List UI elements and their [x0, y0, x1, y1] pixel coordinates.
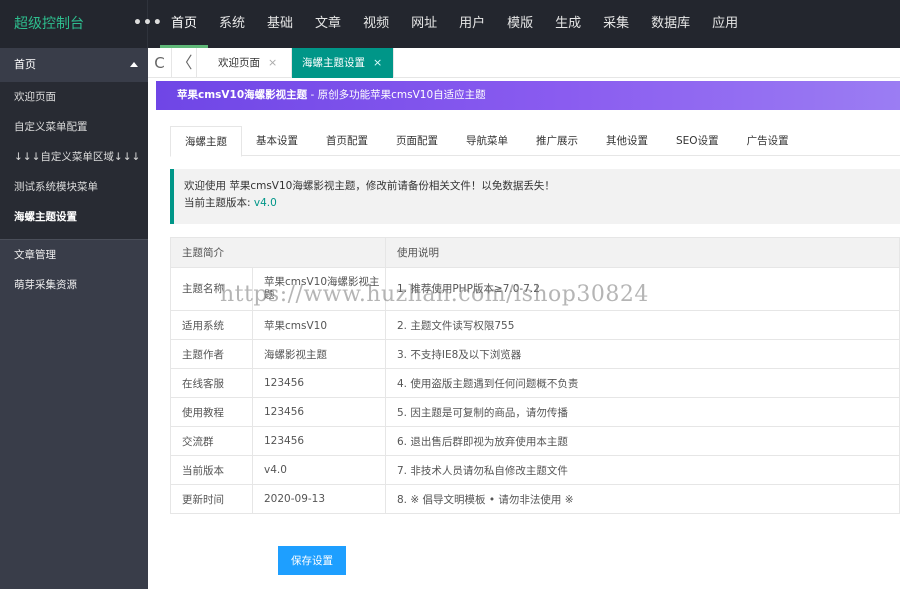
- table-row: 适用系统 苹果cmsV10 2. 主题文件读写权限755: [170, 310, 900, 340]
- save-settings-button[interactable]: 保存设置: [278, 546, 346, 575]
- tab-nav-menu[interactable]: 导航菜单: [452, 126, 522, 156]
- row-value: 123456: [252, 426, 386, 456]
- more-icon[interactable]: •••: [133, 16, 163, 30]
- sidebar-group-home: 欢迎页面 自定义菜单配置 ↓↓↓自定义菜单区域↓↓↓ 测试系统模块菜单 海螺主题…: [0, 82, 148, 240]
- tab-promo[interactable]: 推广展示: [522, 126, 592, 156]
- settings-tabs: 海螺主题 基本设置 首页配置 页面配置 导航菜单 推广展示 其他设置 SEO设置…: [170, 126, 900, 157]
- notice-line: 欢迎使用 苹果cmsV10海螺影视主题，修改前请备份相关文件！以免数据丢失！: [184, 180, 555, 192]
- tab-welcome-label: 欢迎页面: [218, 57, 260, 69]
- topnav-user[interactable]: 用户: [448, 0, 496, 48]
- tab-page-config[interactable]: 页面配置: [382, 126, 452, 156]
- row-value: v4.0: [252, 455, 386, 485]
- row-key: 在线客服: [170, 368, 253, 398]
- row-key: 当前版本: [170, 455, 253, 485]
- row-value: 2020-09-13: [252, 484, 386, 514]
- close-icon[interactable]: ×: [268, 56, 277, 69]
- topnav-database[interactable]: 数据库: [640, 0, 701, 48]
- row-note: 6. 退出售后群即视为放弃使用本主题: [385, 426, 900, 456]
- sidebar-divider: [0, 232, 148, 240]
- tab-home-config[interactable]: 首页配置: [312, 126, 382, 156]
- row-key: 使用教程: [170, 397, 253, 427]
- row-note: 4. 使用盗版主题遇到任何问题概不负责: [385, 368, 900, 398]
- caret-up-icon: [130, 62, 138, 67]
- topnav-basic[interactable]: 基础: [256, 0, 304, 48]
- topnav-video[interactable]: 视频: [352, 0, 400, 48]
- welcome-notice: 欢迎使用 苹果cmsV10海螺影视主题，修改前请备份相关文件！以免数据丢失！ 当…: [170, 169, 900, 224]
- sidebar-head-home[interactable]: 首页: [0, 48, 148, 82]
- sidebar-lower: 文章管理 萌芽采集资源: [0, 240, 148, 300]
- theme-info-table: 主题简介 使用说明 主题名称 苹果cmsV10海螺影视主题 1. 推荐使用PHP…: [170, 237, 900, 514]
- topnav-url[interactable]: 网址: [400, 0, 448, 48]
- tab-ad-settings[interactable]: 广告设置: [733, 126, 803, 156]
- row-note: 3. 不支持IE8及以下浏览器: [385, 339, 900, 369]
- brand-title[interactable]: 超级控制台: [0, 0, 148, 48]
- version-label: 当前主题版本:: [184, 197, 254, 209]
- sidebar-item-custom-menu-config[interactable]: 自定义菜单配置: [0, 112, 148, 142]
- chevron-left-icon[interactable]: 〈: [173, 48, 197, 78]
- table-row: 交流群 123456 6. 退出售后群即视为放弃使用本主题: [170, 426, 900, 456]
- sidebar: 首页 欢迎页面 自定义菜单配置 ↓↓↓自定义菜单区域↓↓↓ 测试系统模块菜单 海…: [0, 48, 148, 589]
- tab-welcome[interactable]: 欢迎页面 ×: [208, 48, 292, 78]
- row-value: 123456: [252, 368, 386, 398]
- sidebar-item-article-manage[interactable]: 文章管理: [0, 240, 148, 270]
- table-row: 在线客服 123456 4. 使用盗版主题遇到任何问题概不负责: [170, 368, 900, 398]
- row-note: 2. 主题文件读写权限755: [385, 310, 900, 340]
- sidebar-item-collect-resource[interactable]: 萌芽采集资源: [0, 270, 148, 300]
- row-value: 123456: [252, 397, 386, 427]
- topnav-app[interactable]: 应用: [701, 0, 749, 48]
- tab-theme[interactable]: 海螺主题: [170, 126, 242, 157]
- row-key: 主题名称: [170, 267, 253, 311]
- row-value: 苹果cmsV10: [252, 310, 386, 340]
- table-row: 主题名称 苹果cmsV10海螺影视主题 1. 推荐使用PHP版本≥7.0-7.2: [170, 267, 900, 311]
- version-value: v4.0: [253, 197, 277, 209]
- row-note: 7. 非技术人员请勿私自修改主题文件: [385, 455, 900, 485]
- row-value: 海螺影视主题: [252, 339, 386, 369]
- topnav-generate[interactable]: 生成: [544, 0, 592, 48]
- row-key: 适用系统: [170, 310, 253, 340]
- tab-basic-settings[interactable]: 基本设置: [242, 126, 312, 156]
- banner-title: 苹果cmsV10海螺影视主题: [177, 89, 308, 101]
- table-header-row: 主题简介 使用说明: [170, 237, 900, 268]
- table-row: 当前版本 v4.0 7. 非技术人员请勿私自修改主题文件: [170, 455, 900, 485]
- refresh-icon[interactable]: C: [148, 48, 172, 78]
- row-key: 更新时间: [170, 484, 253, 514]
- sidebar-head-label: 首页: [14, 58, 36, 71]
- row-key: 交流群: [170, 426, 253, 456]
- top-bar: 超级控制台 ••• 首页 系统 基础 文章 视频 网址 用户 模版 生成 采集 …: [0, 0, 900, 48]
- row-note: 5. 因主题是可复制的商品，请勿传播: [385, 397, 900, 427]
- topnav-home[interactable]: 首页: [160, 0, 209, 48]
- top-nav: 首页 系统 基础 文章 视频 网址 用户 模版 生成 采集 数据库 应用: [160, 0, 749, 48]
- sidebar-item-theme-settings[interactable]: 海螺主题设置: [0, 202, 148, 232]
- main-content: 苹果cmsV10海螺影视主题 - 原创多功能苹果cmsV10自适应主题 海螺主题…: [148, 79, 900, 589]
- banner-subtitle: - 原创多功能苹果cmsV10自适应主题: [307, 89, 486, 101]
- topnav-system[interactable]: 系统: [208, 0, 256, 48]
- tab-other-settings[interactable]: 其他设置: [592, 126, 662, 156]
- sidebar-item-welcome[interactable]: 欢迎页面: [0, 82, 148, 112]
- table-row: 主题作者 海螺影视主题 3. 不支持IE8及以下浏览器: [170, 339, 900, 369]
- theme-banner: 苹果cmsV10海螺影视主题 - 原创多功能苹果cmsV10自适应主题: [156, 81, 900, 110]
- topnav-template[interactable]: 模版: [496, 0, 544, 48]
- table-row: 使用教程 123456 5. 因主题是可复制的商品，请勿传播: [170, 397, 900, 427]
- topnav-article[interactable]: 文章: [304, 0, 352, 48]
- row-key: 主题作者: [170, 339, 253, 369]
- notice-version-line: 当前主题版本: v4.0: [184, 195, 900, 212]
- table-header-usage: 使用说明: [385, 237, 900, 268]
- tab-seo-settings[interactable]: SEO设置: [662, 126, 733, 156]
- sidebar-item-test-module[interactable]: 测试系统模块菜单: [0, 172, 148, 202]
- close-icon[interactable]: ×: [373, 56, 382, 69]
- tab-theme-settings[interactable]: 海螺主题设置 ×: [292, 48, 394, 78]
- row-value: 苹果cmsV10海螺影视主题: [252, 267, 386, 311]
- topnav-collect[interactable]: 采集: [592, 0, 640, 48]
- tab-theme-label: 海螺主题设置: [302, 57, 365, 69]
- row-note: 1. 推荐使用PHP版本≥7.0-7.2: [385, 267, 900, 311]
- table-row: 更新时间 2020-09-13 8. ※ 倡导文明模板 • 请勿非法使用 ※: [170, 484, 900, 514]
- tab-bar: C 〈 欢迎页面 × 海螺主题设置 ×: [148, 48, 900, 78]
- sidebar-item-custom-menu-area[interactable]: ↓↓↓自定义菜单区域↓↓↓: [0, 142, 148, 172]
- row-note: 8. ※ 倡导文明模板 • 请勿非法使用 ※: [385, 484, 900, 514]
- table-header-intro: 主题简介: [170, 237, 386, 268]
